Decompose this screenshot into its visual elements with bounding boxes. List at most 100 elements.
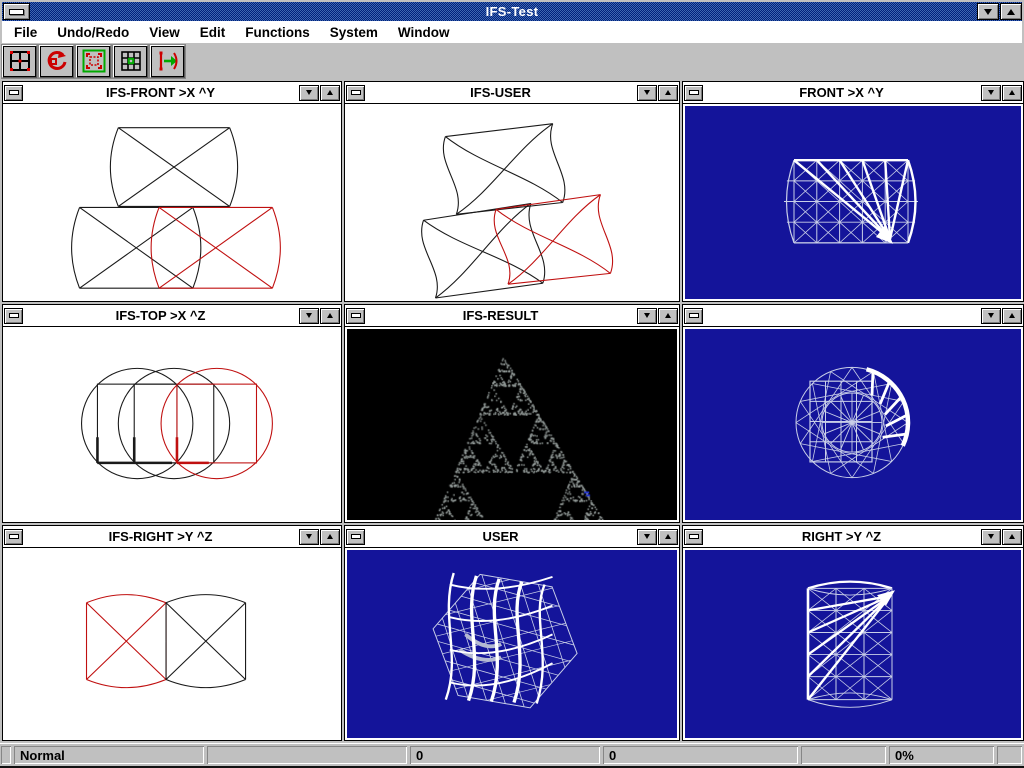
child-titlebar[interactable]: IFS-RIGHT >Y ^Z xyxy=(3,526,341,548)
child-titlebar-active[interactable]: TOP >X ^Z xyxy=(683,305,1023,327)
system-menu-dash-icon xyxy=(351,534,361,539)
arrow-up-icon xyxy=(327,313,333,318)
child-titlebar[interactable]: IFS-RESULT xyxy=(345,305,679,327)
child-window-ifs-right[interactable]: IFS-RIGHT >Y ^Z xyxy=(2,525,342,741)
system-menu-dash-icon xyxy=(351,90,361,95)
child-titlebar[interactable]: RIGHT >Y ^Z xyxy=(683,526,1023,548)
maximize-button[interactable] xyxy=(658,85,678,101)
child-titlebar[interactable]: IFS-FRONT >X ^Y xyxy=(3,82,341,104)
maximize-button[interactable] xyxy=(658,308,678,324)
minimize-button[interactable] xyxy=(637,529,657,545)
child-window-right3d[interactable]: RIGHT >Y ^Z xyxy=(682,525,1024,741)
child-titlebar[interactable]: USER xyxy=(345,526,679,548)
minimize-button[interactable] xyxy=(637,308,657,324)
view-front3d[interactable] xyxy=(685,106,1021,299)
arrow-down-icon xyxy=(988,534,994,539)
view-ifs-right[interactable] xyxy=(5,550,339,738)
minimize-button[interactable] xyxy=(299,308,319,324)
view-ifs-front[interactable] xyxy=(5,106,339,299)
main-titlebar[interactable]: IFS-Test xyxy=(2,2,1022,21)
arrow-up-icon xyxy=(665,534,671,539)
child-window-top3d[interactable]: TOP >X ^Z xyxy=(682,304,1024,523)
minimize-button[interactable] xyxy=(981,529,1001,545)
status-mode: Normal xyxy=(14,746,204,764)
child-window-title: USER xyxy=(365,529,636,544)
run-export-button[interactable] xyxy=(150,45,185,78)
tile-windows-button[interactable] xyxy=(2,45,37,78)
arrow-down-icon xyxy=(306,534,312,539)
maximize-button[interactable] xyxy=(658,529,678,545)
maximize-button[interactable] xyxy=(1002,529,1022,545)
zoom-selection-button[interactable] xyxy=(76,45,111,78)
maximize-button[interactable] xyxy=(320,308,340,324)
minimize-button[interactable] xyxy=(299,85,319,101)
status-count-2: 0 xyxy=(603,746,798,764)
child-window-title: FRONT >X ^Y xyxy=(703,85,980,100)
window-menu-button[interactable] xyxy=(4,308,23,324)
system-menu-dash-icon xyxy=(9,90,19,95)
child-window-title: IFS-FRONT >X ^Y xyxy=(23,85,298,100)
system-menu-dash-icon xyxy=(351,313,361,318)
maximize-button[interactable] xyxy=(320,529,340,545)
app-window: IFS-Test File Undo/Redo View Edit Functi… xyxy=(0,0,1024,768)
child-window-ifs-top[interactable]: IFS-TOP >X ^Z xyxy=(2,304,342,523)
maximize-button[interactable] xyxy=(320,85,340,101)
system-menu-dash-icon xyxy=(689,313,699,318)
menu-window[interactable]: Window xyxy=(388,25,460,40)
minimize-button[interactable] xyxy=(981,308,1001,324)
grid-center-button[interactable] xyxy=(113,45,148,78)
maximize-button[interactable] xyxy=(1002,85,1022,101)
window-menu-button[interactable] xyxy=(684,308,703,324)
status-count-1: 0 xyxy=(410,746,600,764)
minimize-button[interactable] xyxy=(981,85,1001,101)
minimize-button[interactable] xyxy=(637,85,657,101)
child-window-title: IFS-RESULT xyxy=(365,308,636,323)
window-menu-button[interactable] xyxy=(4,85,23,101)
view-ifs-top[interactable] xyxy=(5,329,339,520)
menu-view[interactable]: View xyxy=(139,25,190,40)
system-menu-dash-icon xyxy=(689,534,699,539)
arrow-up-icon xyxy=(1009,534,1015,539)
status-info xyxy=(207,746,407,764)
view-ifs-user[interactable] xyxy=(347,106,677,299)
window-menu-button[interactable] xyxy=(346,308,365,324)
window-menu-button[interactable] xyxy=(684,529,703,545)
child-titlebar[interactable]: IFS-USER xyxy=(345,82,679,104)
child-window-user3d[interactable]: USER xyxy=(344,525,680,741)
window-menu-button[interactable] xyxy=(346,529,365,545)
minimize-button[interactable] xyxy=(299,529,319,545)
child-window-ifs-user[interactable]: IFS-USER xyxy=(344,81,680,302)
view-top3d[interactable] xyxy=(685,329,1021,520)
maximize-button[interactable] xyxy=(1002,308,1022,324)
arrow-up-icon xyxy=(1009,313,1015,318)
menu-functions[interactable]: Functions xyxy=(235,25,320,40)
window-menu-button[interactable] xyxy=(346,85,365,101)
app-title: IFS-Test xyxy=(2,4,1022,19)
view-ifs-result[interactable] xyxy=(347,329,677,520)
window-menu-button[interactable] xyxy=(4,529,23,545)
menu-file[interactable]: File xyxy=(2,25,47,40)
view-right3d[interactable] xyxy=(685,550,1021,738)
arrow-down-icon xyxy=(644,90,650,95)
maximize-button[interactable] xyxy=(1000,3,1022,20)
zoom-selection-icon xyxy=(82,49,106,73)
child-titlebar[interactable]: IFS-TOP >X ^Z xyxy=(3,305,341,327)
menu-undo-redo[interactable]: Undo/Redo xyxy=(47,25,139,40)
system-menu-dash-icon xyxy=(689,90,699,95)
system-menu-button[interactable] xyxy=(3,3,30,20)
menu-edit[interactable]: Edit xyxy=(190,25,236,40)
child-window-title: RIGHT >Y ^Z xyxy=(703,529,980,544)
child-window-title: IFS-RIGHT >Y ^Z xyxy=(23,529,298,544)
menu-system[interactable]: System xyxy=(320,25,388,40)
window-menu-button[interactable] xyxy=(684,85,703,101)
child-window-front3d[interactable]: FRONT >X ^Y xyxy=(682,81,1024,302)
status-spacer xyxy=(801,746,886,764)
minimize-button[interactable] xyxy=(977,3,999,20)
view-user3d[interactable] xyxy=(347,550,677,738)
child-titlebar[interactable]: FRONT >X ^Y xyxy=(683,82,1023,104)
child-window-ifs-front[interactable]: IFS-FRONT >X ^Y xyxy=(2,81,342,302)
arrow-down-icon xyxy=(988,90,994,95)
undo-rotate-button[interactable] xyxy=(39,45,74,78)
mdi-workspace: IFS-FRONT >X ^Y IFS-USER FRONT >X ^Y xyxy=(0,79,1024,743)
child-window-ifs-result[interactable]: IFS-RESULT xyxy=(344,304,680,523)
